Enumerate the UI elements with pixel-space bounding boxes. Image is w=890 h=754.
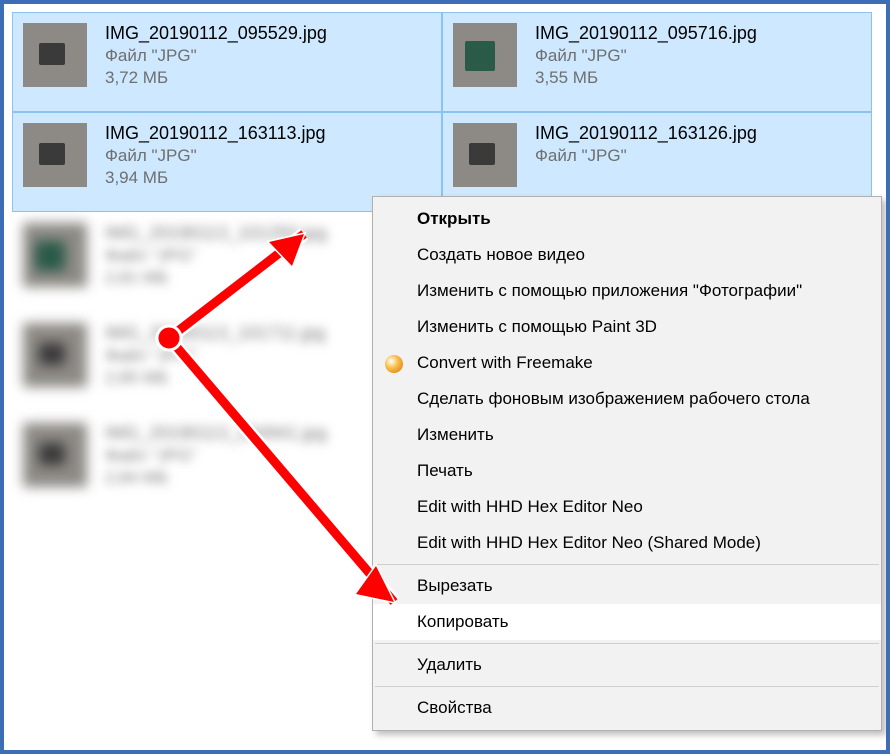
file-thumbnail xyxy=(453,123,517,187)
file-thumbnail xyxy=(23,423,87,487)
context-menu-separator xyxy=(375,643,879,644)
context-menu-item[interactable]: Свойства xyxy=(373,690,881,726)
context-menu-item[interactable]: Удалить xyxy=(373,647,881,683)
context-menu-item[interactable]: Печать xyxy=(373,453,881,489)
file-thumbnail xyxy=(23,223,87,287)
file-text: IMG_20190112_163126.jpgФайл "JPG" xyxy=(535,123,757,166)
file-text: IMG_20190113_101250.jpgФайл "JPG"2,81 МБ xyxy=(105,223,327,288)
file-type: Файл "JPG" xyxy=(105,146,326,166)
file-thumbnail xyxy=(453,23,517,87)
file-type: Файл "JPG" xyxy=(105,346,326,366)
file-text: IMG_20190112_095716.jpgФайл "JPG"3,55 МБ xyxy=(535,23,757,88)
context-menu-item[interactable]: Edit with HHD Hex Editor Neo xyxy=(373,489,881,525)
context-menu-item[interactable]: Открыть xyxy=(373,201,881,237)
file-name: IMG_20190112_095529.jpg xyxy=(105,23,327,44)
file-size: 3,55 МБ xyxy=(535,68,757,88)
context-menu-item[interactable]: Создать новое видео xyxy=(373,237,881,273)
file-item[interactable]: IMG_20190112_095529.jpgФайл "JPG"3,72 МБ xyxy=(12,12,442,112)
file-thumbnail xyxy=(23,323,87,387)
context-menu-item[interactable]: Изменить xyxy=(373,417,881,453)
file-name: IMG_20190113_101250.jpg xyxy=(105,223,327,244)
explorer-window: IMG_20190112_095529.jpgФайл "JPG"3,72 МБ… xyxy=(0,0,890,754)
file-text: IMG_20190112_095529.jpgФайл "JPG"3,72 МБ xyxy=(105,23,327,88)
file-type: Файл "JPG" xyxy=(105,46,327,66)
context-menu: ОткрытьСоздать новое видеоИзменить с пом… xyxy=(372,196,882,731)
file-name: IMG_20190113_204941.jpg xyxy=(105,423,327,444)
file-size: 3,94 МБ xyxy=(105,168,326,188)
context-menu-item[interactable]: Копировать xyxy=(373,604,881,640)
context-menu-separator xyxy=(375,564,879,565)
context-menu-separator xyxy=(375,686,879,687)
file-name: IMG_20190113_101711.jpg xyxy=(105,323,326,344)
file-thumbnail xyxy=(23,123,87,187)
context-menu-item[interactable]: Изменить с помощью приложения "Фотографи… xyxy=(373,273,881,309)
file-thumbnail xyxy=(23,23,87,87)
file-item[interactable]: IMG_20190112_095716.jpgФайл "JPG"3,55 МБ xyxy=(442,12,872,112)
file-type: Файл "JPG" xyxy=(535,46,757,66)
file-size: 3,72 МБ xyxy=(105,68,327,88)
file-name: IMG_20190112_095716.jpg xyxy=(535,23,757,44)
file-text: IMG_20190113_101711.jpgФайл "JPG"2,85 МБ xyxy=(105,323,326,388)
file-size: 2,85 МБ xyxy=(105,368,326,388)
context-menu-item[interactable]: Изменить с помощью Paint 3D xyxy=(373,309,881,345)
context-menu-item[interactable]: Convert with Freemake xyxy=(373,345,881,381)
context-menu-item[interactable]: Вырезать xyxy=(373,568,881,604)
file-text: IMG_20190112_163113.jpgФайл "JPG"3,94 МБ xyxy=(105,123,326,188)
context-menu-item[interactable]: Edit with HHD Hex Editor Neo (Shared Mod… xyxy=(373,525,881,561)
file-name: IMG_20190112_163126.jpg xyxy=(535,123,757,144)
file-text: IMG_20190113_204941.jpgФайл "JPG"2,84 МБ xyxy=(105,423,327,488)
file-size: 2,81 МБ xyxy=(105,268,327,288)
file-name: IMG_20190112_163113.jpg xyxy=(105,123,326,144)
context-menu-item[interactable]: Сделать фоновым изображением рабочего ст… xyxy=(373,381,881,417)
file-type: Файл "JPG" xyxy=(535,146,757,166)
file-type: Файл "JPG" xyxy=(105,246,327,266)
file-size: 2,84 МБ xyxy=(105,468,327,488)
file-type: Файл "JPG" xyxy=(105,446,327,466)
